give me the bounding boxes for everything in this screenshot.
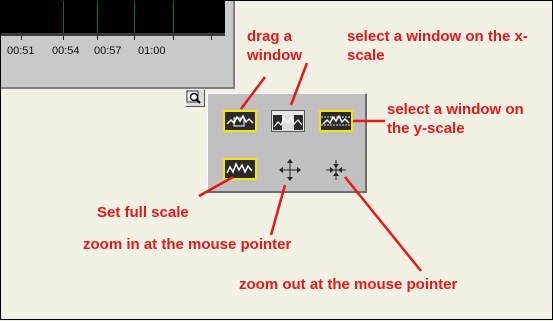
annotation-drag-window: drag a window — [247, 28, 302, 64]
annotation-zoom-in: zoom in at the mouse pointer — [83, 236, 292, 253]
annotation-select-x: select a window on the x-scale — [347, 28, 528, 64]
arrow-zoom-out — [344, 176, 422, 272]
arrow-full-scale — [198, 175, 234, 198]
arrow-select-x — [289, 62, 309, 106]
arrow-zoom-in — [269, 184, 287, 236]
annotation-full-scale: Set full scale — [97, 204, 189, 221]
arrow-drag-window — [240, 76, 266, 110]
screenshot-frame: 00:51 00:54 00:57 01:00 drag a window se… — [0, 0, 553, 320]
annotation-zoom-out: zoom out at the mouse pointer — [239, 276, 458, 293]
annotation-select-y: select a window on the y-scale — [387, 101, 524, 137]
